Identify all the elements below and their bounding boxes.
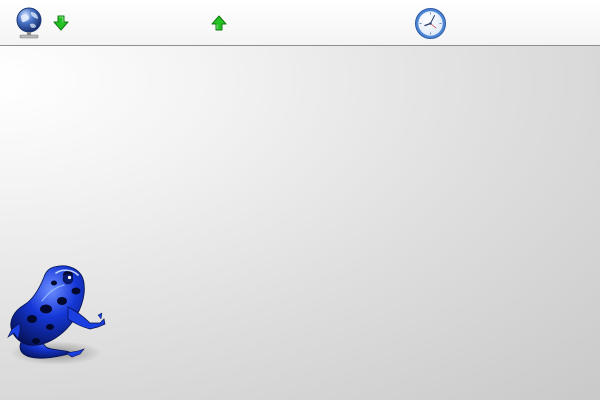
blue-poison-dart-frog-icon [6,257,110,367]
clock-icon[interactable] [414,7,447,40]
desktop-area [0,47,600,400]
upload-arrow-icon [211,15,227,31]
top-panel [0,0,600,46]
network-globe-icon[interactable] [14,6,44,40]
download-arrow-icon [53,15,69,31]
